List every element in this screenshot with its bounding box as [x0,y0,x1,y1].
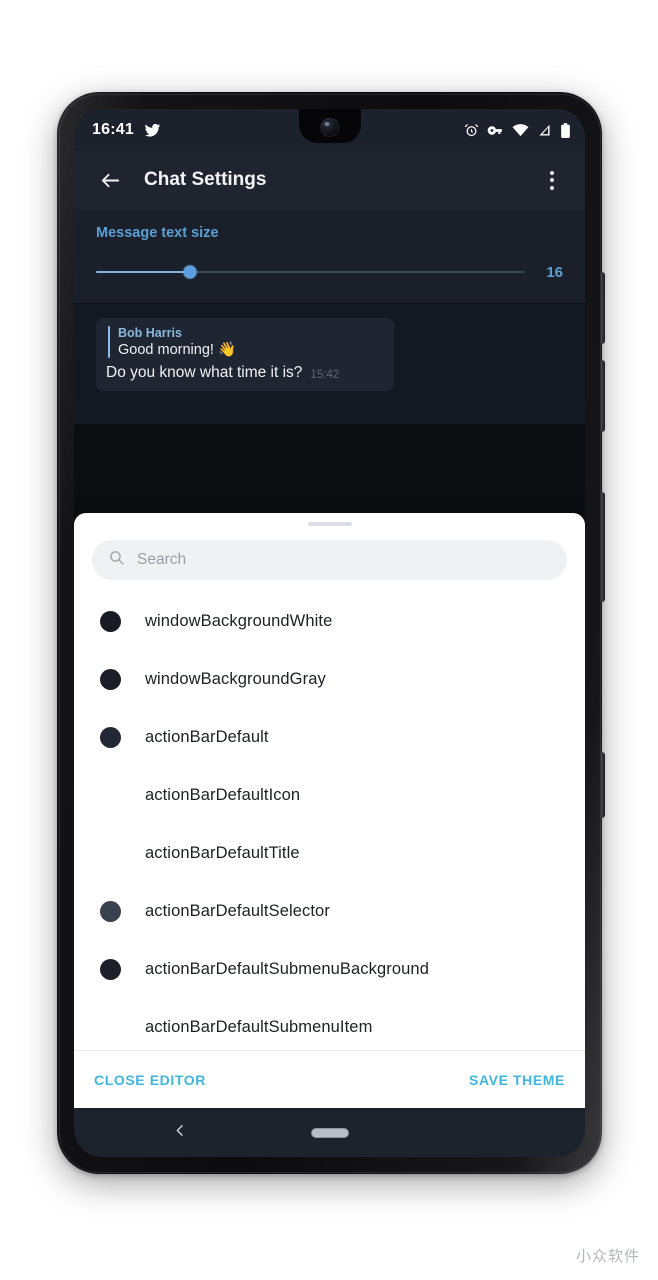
search-wrapper [74,526,585,588]
phone-frame: 16:41 Chat Settings Message text size 16… [57,92,605,1174]
message-text-size-section: Message text size 16 [74,209,585,304]
front-camera-icon [320,118,339,137]
nav-back-icon[interactable] [172,1122,188,1143]
search-input[interactable] [137,551,551,569]
status-bar-right [464,122,571,138]
theme-color-row[interactable]: actionBarDefaultSelector [74,882,585,940]
chat-preview-area: Bob Harris Good morning! 👋 Do you know w… [74,304,585,424]
reply-text-block: Bob Harris Good morning! 👋 [118,326,236,358]
page-title: Chat Settings [144,169,267,190]
reply-quote[interactable]: Bob Harris Good morning! 👋 [106,326,384,358]
message-text-size-label: Message text size [96,225,219,241]
search-box[interactable] [92,540,567,580]
color-swatch-icon [100,843,121,864]
side-button-extra[interactable] [601,752,605,818]
theme-color-label: actionBarDefaultSelector [145,901,330,920]
action-bar: Chat Settings [74,151,585,209]
theme-color-label: actionBarDefaultSubmenuItem [145,1017,373,1036]
battery-icon [560,122,571,138]
slider-thumb[interactable] [183,265,197,279]
theme-color-label: actionBarDefaultTitle [145,843,300,862]
chat-bubble: Bob Harris Good morning! 👋 Do you know w… [96,318,394,391]
theme-color-row[interactable]: actionBarDefaultTitle [74,824,585,882]
wifi-icon [512,123,529,137]
theme-color-label: actionBarDefaultIcon [145,785,301,804]
text-size-slider-row: 16 [96,263,563,281]
more-vertical-icon[interactable] [535,160,569,200]
sheet-action-bar: CLOSE EDITOR SAVE THEME [74,1050,585,1108]
theme-editor-sheet: windowBackgroundWhite windowBackgroundGra… [74,513,585,1108]
volume-down-button[interactable] [601,360,605,432]
text-size-slider[interactable] [96,263,525,281]
theme-color-row[interactable]: actionBarDefaultSubmenuItem [74,998,585,1050]
nav-home-pill[interactable] [310,1127,349,1138]
vpn-key-icon [487,124,504,137]
color-swatch-icon [100,610,121,632]
text-size-value: 16 [546,263,563,281]
theme-color-label: actionBarDefaultSubmenuBackground [145,959,429,978]
cell-signal-icon [537,124,552,137]
back-arrow-icon[interactable] [90,160,130,200]
theme-color-label: windowBackgroundGray [145,669,326,688]
alarm-icon [464,123,479,138]
color-swatch-icon [100,900,121,922]
close-editor-button[interactable]: CLOSE EDITOR [92,1066,208,1094]
color-swatch-icon [100,668,121,690]
phone-screen: 16:41 Chat Settings Message text size 16… [74,109,585,1157]
theme-color-row[interactable]: actionBarDefaultIcon [74,766,585,824]
color-swatch-icon [100,785,121,806]
color-swatch-icon [100,1017,121,1038]
message-timestamp: 15:42 [310,368,340,381]
theme-color-row[interactable]: actionBarDefaultSubmenuBackground [74,940,585,998]
status-bar-left: 16:41 [92,121,161,139]
camera-notch [298,109,361,143]
android-nav-bar [74,1108,585,1157]
screenshot-stage: 16:41 Chat Settings Message text size 16… [0,0,658,1280]
reply-author-name: Bob Harris [118,326,182,340]
message-text: Do you know what time it is? [106,364,303,381]
color-swatch-icon [100,726,121,748]
twitter-icon [144,122,161,139]
theme-color-row[interactable]: windowBackgroundGray [74,650,585,708]
slider-fill [96,271,191,273]
message-line: Do you know what time it is? 15:42 [106,364,384,382]
theme-color-list[interactable]: windowBackgroundWhite windowBackgroundGra… [74,588,585,1050]
reply-message-text: Good morning! 👋 [118,342,236,358]
watermark: 小众软件 [575,1247,640,1265]
theme-color-row[interactable]: actionBarDefault [74,708,585,766]
reply-accent-bar [108,326,110,358]
search-icon [108,549,125,571]
theme-color-label: actionBarDefault [145,727,269,746]
theme-color-label: windowBackgroundWhite [145,611,333,630]
volume-up-button[interactable] [601,272,605,344]
status-time: 16:41 [92,121,134,138]
theme-color-row[interactable]: windowBackgroundWhite [74,592,585,650]
color-swatch-icon [100,958,121,980]
power-button[interactable] [601,492,605,602]
save-theme-button[interactable]: SAVE THEME [467,1066,567,1094]
